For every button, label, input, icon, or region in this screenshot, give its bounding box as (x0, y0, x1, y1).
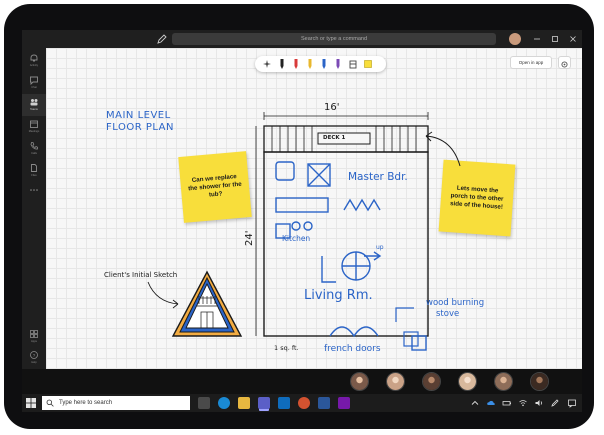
living-room-label: Living Rm. (304, 288, 373, 303)
arrow-annotation (425, 131, 461, 167)
file-icon (31, 164, 37, 172)
rail-label: Files (31, 174, 37, 177)
sq-ft-label: 1 sq. ft. (274, 344, 299, 352)
kitchen-label: Kitchen (282, 234, 311, 243)
rail-label: Calls (31, 152, 37, 155)
pen-purple-icon[interactable] (332, 58, 344, 70)
deck-label: DECK 1 (323, 135, 346, 141)
windows-taskbar: Type here to search (22, 394, 582, 412)
pen-black-icon[interactable] (276, 58, 288, 70)
more-icon (30, 189, 38, 191)
participant-avatar[interactable] (386, 372, 405, 391)
participant-avatar[interactable] (422, 372, 441, 391)
rail-item-calls[interactable]: Calls (22, 138, 46, 160)
bell-icon (30, 54, 38, 62)
maximize-icon[interactable] (548, 32, 562, 46)
open-in-app-button[interactable]: Open in app (510, 56, 552, 69)
wood-stove-line1: wood burning (426, 298, 485, 308)
windows-start-icon[interactable] (25, 397, 37, 409)
taskbar-search-placeholder: Type here to search (59, 400, 113, 406)
rail-label: Help (31, 361, 37, 364)
rail-item-teams[interactable]: Teams (22, 94, 46, 116)
outlook-icon[interactable] (278, 397, 290, 409)
settings-button[interactable] (558, 56, 571, 69)
teams-icon[interactable] (258, 397, 270, 409)
french-doors-label: french doors (324, 344, 381, 354)
plan-title: MAIN LEVEL FLOOR PLAN (106, 110, 174, 134)
help-icon: ? (30, 351, 38, 359)
notification-icon[interactable] (567, 398, 577, 408)
compose-icon[interactable] (156, 33, 168, 45)
participant-avatar[interactable] (494, 372, 513, 391)
whiteboard-toolbar (255, 56, 386, 72)
volume-icon[interactable] (534, 398, 544, 408)
battery-icon[interactable] (502, 398, 512, 408)
rail-item-more[interactable] (22, 182, 46, 204)
participant-avatar[interactable] (350, 372, 369, 391)
plan-title-line2: FLOOR PLAN (106, 122, 174, 133)
apps-icon (30, 330, 38, 338)
wood-stove-label: wood burning stove (426, 298, 484, 320)
rail-label: Meetings (28, 130, 40, 133)
app-rail: Activity Chat Teams Meetings Calls Files (22, 48, 46, 369)
pen-yellow-icon[interactable] (304, 58, 316, 70)
minimize-icon[interactable] (530, 32, 544, 46)
sticky-note-shower[interactable]: Can we replace the shower for the tub? (178, 151, 252, 223)
lasso-icon[interactable] (261, 58, 273, 70)
word-icon[interactable] (318, 397, 330, 409)
a-frame-sketch (171, 270, 243, 337)
screen: Search or type a command Activity Chat T… (22, 30, 582, 412)
rail-label: Chat (31, 86, 37, 89)
call-participants-bar (22, 369, 582, 394)
participant-avatar[interactable] (458, 372, 477, 391)
rail-item-chat[interactable]: Chat (22, 72, 46, 94)
clients-sketch-label: Client's Initial Sketch (104, 271, 178, 279)
rail-item-meetings[interactable]: Meetings (22, 116, 46, 138)
cloud-icon[interactable] (486, 398, 496, 408)
gear-icon (561, 61, 568, 68)
powerpoint-icon[interactable] (298, 397, 310, 409)
onenote-icon[interactable] (338, 397, 350, 409)
rail-label: Activity (29, 64, 39, 67)
master-bedroom-label: Master Bdr. (348, 171, 408, 183)
rail-item-apps[interactable]: Apps (22, 326, 46, 348)
rail-item-help[interactable]: ? Help (22, 347, 46, 369)
task-view-icon[interactable] (198, 397, 210, 409)
up-label: up (376, 244, 384, 251)
wifi-icon[interactable] (518, 398, 528, 408)
participant-avatar[interactable] (530, 372, 549, 391)
rail-item-files[interactable]: Files (22, 160, 46, 182)
chevron-up-icon[interactable] (470, 398, 480, 408)
calendar-icon (30, 120, 38, 128)
pen-tray-icon[interactable] (550, 398, 560, 408)
sticky-note-porch[interactable]: Lets move the porch to the other side of… (438, 159, 516, 237)
teams-title-bar: Search or type a command (22, 30, 582, 48)
close-icon[interactable] (566, 32, 580, 46)
plan-title-line1: MAIN LEVEL (106, 110, 171, 121)
svg-text:?: ? (33, 353, 36, 358)
whiteboard-canvas[interactable]: Open in app MAIN LEVEL FLOOR PLAN 16' 24… (46, 48, 582, 369)
search-input[interactable]: Search or type a command (172, 33, 496, 45)
teams-icon (30, 99, 38, 106)
avatar[interactable] (509, 33, 521, 45)
rail-item-activity[interactable]: Activity (22, 50, 46, 72)
rail-label: Teams (30, 108, 38, 111)
tablet-device: Search or type a command Activity Chat T… (4, 4, 594, 429)
rail-label: Apps (31, 340, 37, 343)
file-explorer-icon[interactable] (238, 397, 250, 409)
chat-icon (30, 76, 38, 85)
wood-stove-line2: stove (436, 309, 460, 319)
sticky-note-icon[interactable] (362, 58, 374, 70)
pen-blue-icon[interactable] (318, 58, 330, 70)
pen-red-icon[interactable] (290, 58, 302, 70)
search-icon (46, 399, 54, 407)
phone-icon (30, 142, 38, 150)
edge-icon[interactable] (218, 397, 230, 409)
taskbar-search-input[interactable]: Type here to search (42, 396, 190, 410)
eraser-icon[interactable] (347, 58, 359, 70)
